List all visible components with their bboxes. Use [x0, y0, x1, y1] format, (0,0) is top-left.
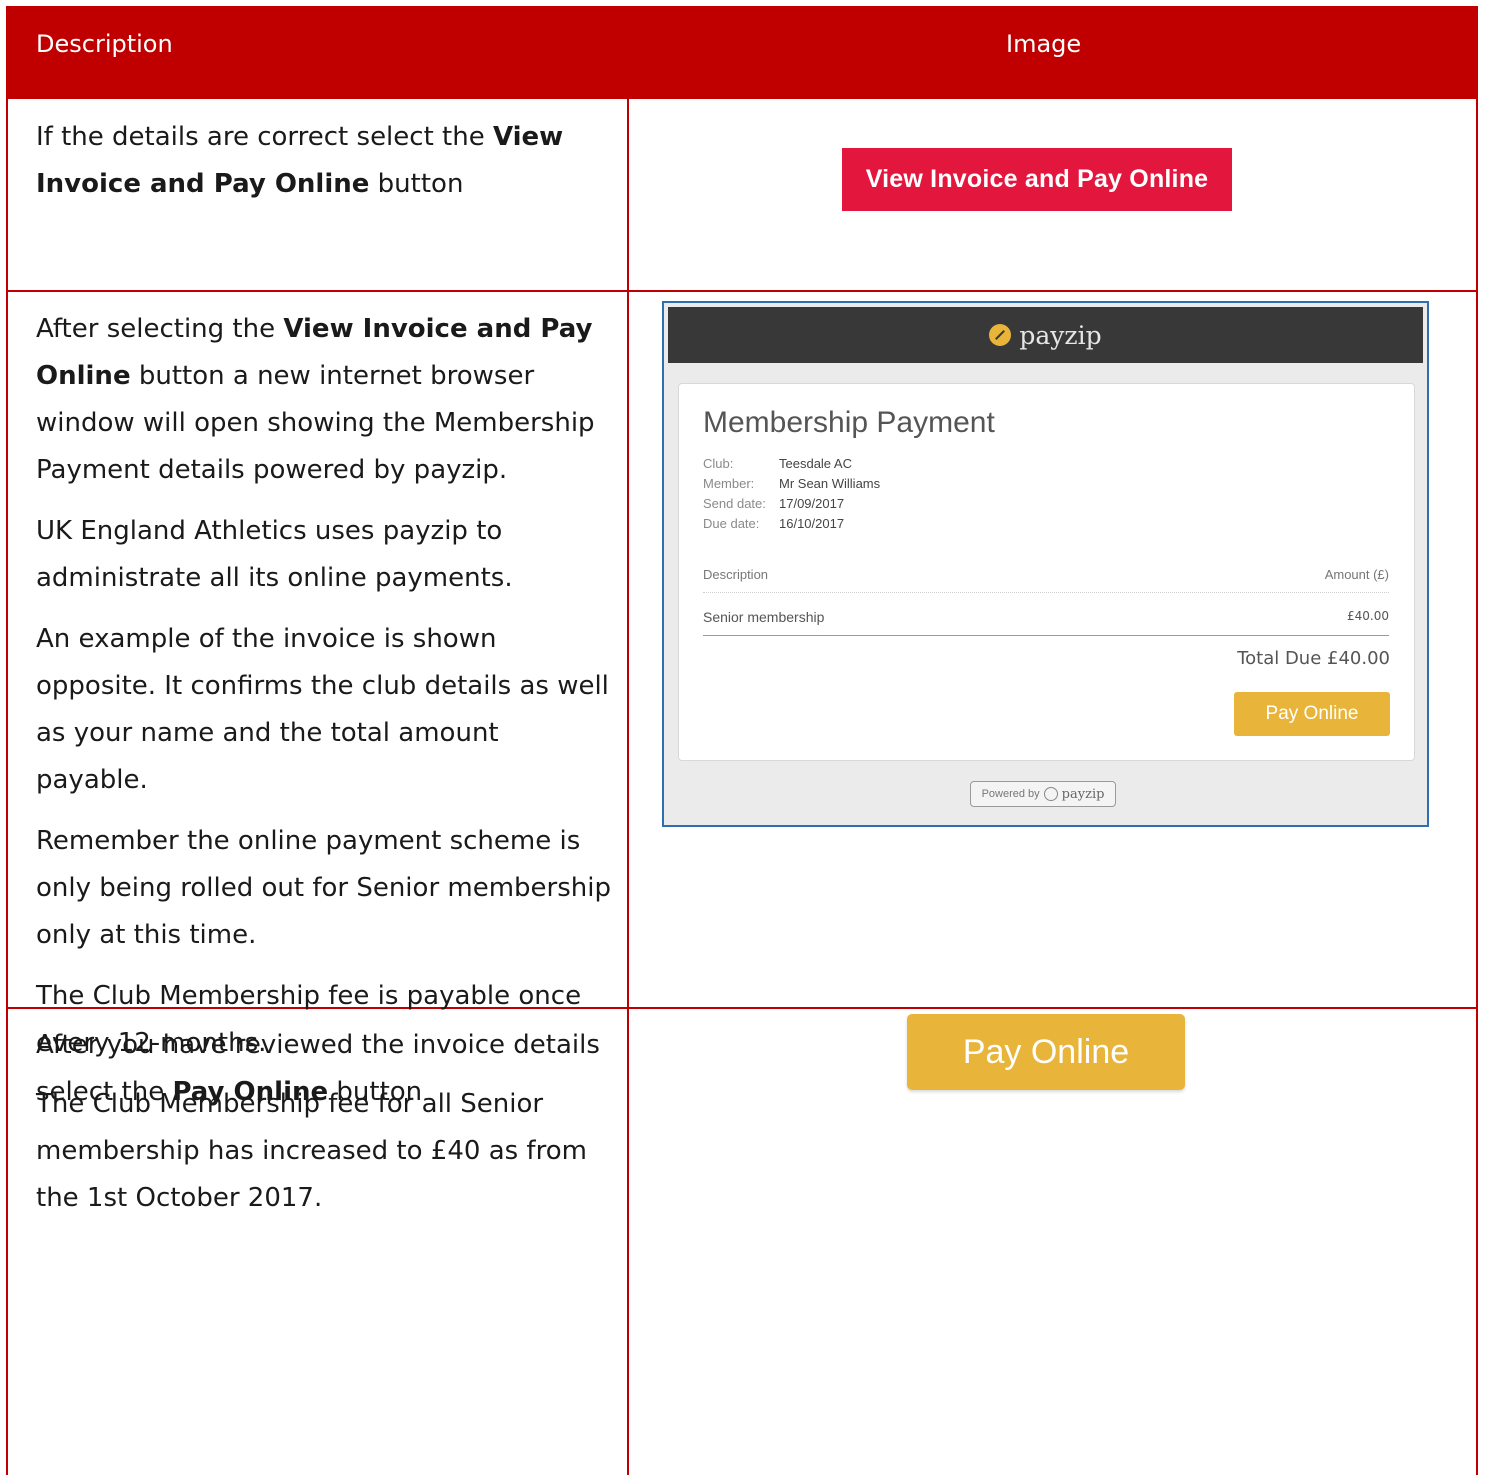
- powered-by-badge: Powered by payzip: [970, 781, 1116, 807]
- meta-row: Send date: 17/09/2017: [703, 496, 845, 511]
- row-divider-1: [8, 290, 1476, 292]
- pay-online-button[interactable]: Pay Online: [907, 1014, 1185, 1090]
- table-header: Description Image: [8, 6, 1476, 99]
- payzip-invoice-screenshot: payzip Membership Payment Club: Teesdale …: [662, 301, 1429, 827]
- payzip-small-icon: [1043, 787, 1058, 801]
- meta-row: Club: Teesdale AC: [703, 456, 852, 471]
- payzip-logo-icon: [989, 324, 1012, 346]
- invoice-title: Membership Payment: [703, 406, 995, 439]
- row3-description: After you have reviewed the invoice deta…: [36, 1030, 600, 1107]
- column-divider: [627, 99, 629, 1475]
- invoice-card: Membership Payment Club: Teesdale AC Memb…: [678, 383, 1415, 761]
- meta-row: Member: Mr Sean Williams: [703, 476, 881, 491]
- invoice-meta: Club: Teesdale AC Member: Mr Sean Williams…: [703, 456, 880, 536]
- invoice-pay-online-button[interactable]: Pay Online: [1234, 692, 1390, 736]
- header-image: Image: [1006, 30, 1082, 58]
- meta-row: Due date: 16/10/2017: [703, 516, 845, 531]
- view-invoice-button[interactable]: View Invoice and Pay Online: [842, 148, 1232, 211]
- invoice-table-header: Description Amount (£): [703, 567, 1389, 593]
- row1-description: If the details are correct select the Vi…: [36, 122, 564, 199]
- payzip-header: payzip: [668, 307, 1423, 363]
- header-description: Description: [36, 30, 173, 58]
- invoice-total: Total Due £40.00: [1237, 648, 1390, 669]
- payzip-brand: payzip: [1019, 320, 1102, 350]
- invoice-line-item: Senior membership £40.00: [703, 609, 1389, 636]
